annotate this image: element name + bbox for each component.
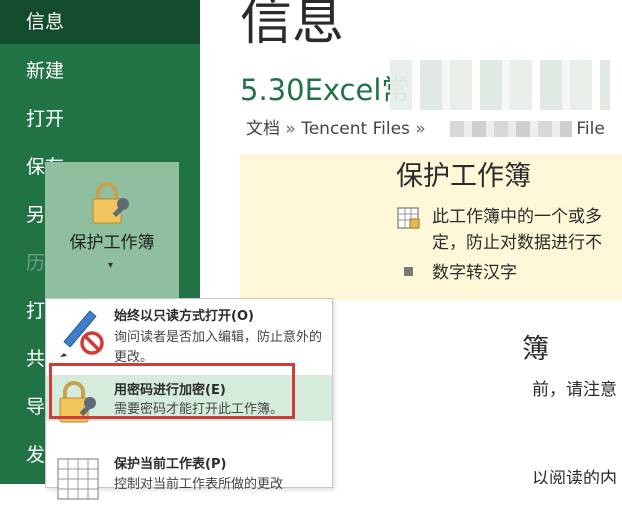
protect-workbook-button[interactable]: 保护工作簿 ▾	[45, 162, 179, 298]
lock-key-icon	[89, 180, 135, 230]
sheet-lock-icon	[56, 455, 108, 507]
pencil-no-icon	[56, 307, 108, 359]
lock-key-icon	[56, 379, 108, 431]
breadcrumb-separator-2: »	[415, 119, 426, 139]
menu-item-encrypt-password[interactable]: 用密码进行加密(E) 需要密码才能打开此工作簿。	[46, 375, 332, 423]
bullet-marker	[404, 267, 413, 276]
nav-new-label: 新建	[26, 60, 65, 82]
protect-workbook-label: 保护工作簿	[69, 233, 155, 253]
protect-desc-line-1: 此工作簿中的一个或多	[432, 207, 602, 227]
breadcrumb-part-1[interactable]: 文档	[246, 119, 280, 139]
document-title: 5.30Excel常	[240, 73, 411, 107]
protect-desc-line-2: 定，防止对数据进行不	[432, 233, 602, 253]
sheet-grid-icon	[397, 207, 421, 235]
menu-item-description: 需要密码才能打开此工作簿。	[114, 402, 284, 417]
menu-item-title: 保护当前工作表(P)	[114, 457, 227, 472]
protected-sheet-name: 数字转汉字	[432, 263, 517, 283]
inspect-text-fragment: 前，请注意	[532, 380, 617, 400]
menu-item-description: 控制对当前工作表所做的更改	[114, 477, 284, 492]
menu-item-title: 用密码进行加密(E)	[114, 383, 226, 398]
menu-item-read-only[interactable]: 始终以只读方式打开(O) 询问读者是否加入编辑，防止意外的更改。	[46, 299, 332, 371]
protect-section-heading: 保护工作簿	[396, 161, 531, 192]
menu-item-protect-sheet[interactable]: 保护当前工作表(P) 控制对当前工作表所做的更改	[46, 449, 332, 521]
menu-item-description: 询问读者是否加入编辑，防止意外的更改。	[114, 330, 323, 365]
nav-info[interactable]: 信息	[0, 0, 200, 44]
nav-new[interactable]: 新建	[0, 49, 200, 93]
protect-description: 此工作簿中的一个或多 定，防止对数据进行不	[432, 204, 622, 256]
breadcrumb-separator: »	[285, 119, 296, 139]
nav-open[interactable]: 打开	[0, 97, 200, 141]
versions-text-fragment: 以阅读的内	[532, 469, 617, 484]
nav-open-label: 打开	[26, 108, 65, 130]
redacted-title-area	[390, 60, 610, 110]
inspect-heading-fragment: 簿	[522, 334, 549, 365]
menu-item-title: 始终以只读方式打开(O)	[114, 309, 254, 324]
page-title: 信息	[240, 0, 345, 52]
chevron-down-icon: ▾	[108, 260, 114, 271]
protect-workbook-menu: 始终以只读方式打开(O) 询问读者是否加入编辑，防止意外的更改。 用密码进行加密…	[45, 298, 333, 500]
breadcrumb-part-2[interactable]: Tencent Files	[301, 119, 410, 139]
redacted-path-blur	[450, 121, 572, 137]
nav-info-label: 信息	[26, 11, 65, 33]
